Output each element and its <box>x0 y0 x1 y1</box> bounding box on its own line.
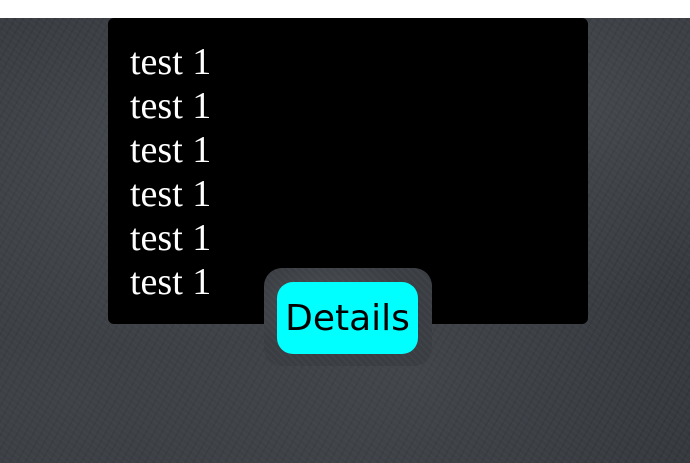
text-line: test 1 <box>130 217 212 259</box>
top-strip <box>0 0 690 18</box>
details-button[interactable]: Details <box>277 282 418 354</box>
page: test 1 test 1 test 1 test 1 test 1 test … <box>0 0 690 463</box>
text-line: test 1 <box>130 41 212 83</box>
text-line: test 1 <box>130 85 212 127</box>
text-line: test 1 <box>130 129 212 171</box>
text-line: test 1 <box>130 173 212 215</box>
